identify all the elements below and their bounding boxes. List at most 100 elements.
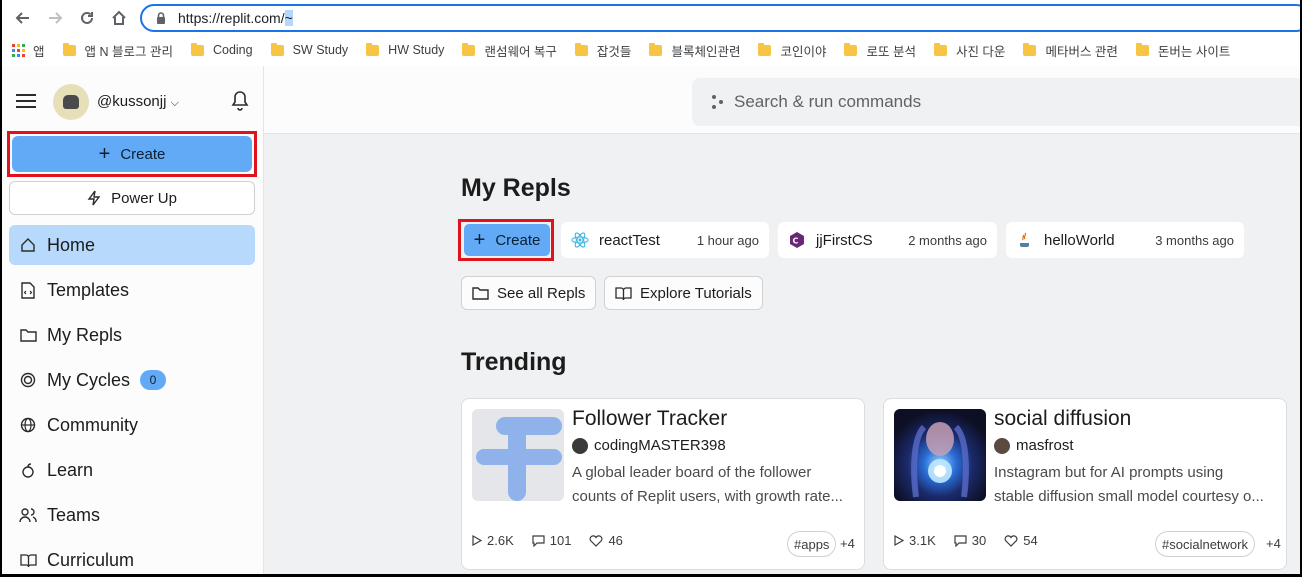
bookmark-7[interactable]: 블록체인관련 — [649, 41, 740, 60]
csharp-icon: C — [788, 231, 806, 249]
folder-icon — [462, 42, 476, 56]
my-repls-heading: My Repls — [461, 174, 571, 202]
plus-icon: + — [473, 228, 486, 251]
search-input[interactable]: Search & run commands — [692, 78, 1300, 126]
bookmark-3[interactable]: SW Study — [270, 42, 348, 57]
bell-icon[interactable] — [230, 90, 250, 112]
cycles-badge: 0 — [140, 370, 167, 390]
react-icon — [571, 231, 589, 249]
trending-heading: Trending — [461, 348, 567, 376]
sidebar-create-button[interactable]: + Create — [12, 136, 252, 172]
comment-icon — [954, 534, 967, 547]
folder-icon — [472, 287, 489, 300]
sidebar-item-learn[interactable]: Learn — [9, 450, 255, 490]
card-author[interactable]: codingMASTER398 — [572, 437, 726, 454]
command-icon — [712, 95, 724, 109]
author-avatar — [572, 437, 588, 454]
card-description: A global leader board of the follower co… — [572, 464, 843, 505]
reload-icon[interactable] — [74, 5, 100, 31]
follower-tracker-thumbnail — [472, 409, 564, 501]
play-icon — [894, 535, 904, 546]
power-up-button[interactable]: Power Up — [9, 181, 255, 215]
repl-chip-helloworld[interactable]: helloWorld 3 months ago — [1006, 222, 1244, 258]
svg-text:C: C — [793, 237, 799, 246]
browser-toolbar: https://replit.com/~ — [2, 0, 1300, 36]
book-icon — [19, 551, 37, 569]
social-diffusion-thumbnail — [894, 409, 986, 501]
folder-icon — [649, 42, 663, 56]
back-icon[interactable] — [10, 5, 36, 31]
folder-icon — [1135, 42, 1149, 56]
top-bar: Search & run commands — [264, 66, 1300, 134]
more-tags[interactable]: +4 — [840, 536, 855, 551]
globe-icon — [19, 416, 37, 434]
lock-icon — [157, 12, 165, 24]
sidebar-item-teams[interactable]: Teams — [9, 495, 255, 535]
book-icon — [615, 286, 632, 300]
apps-icon — [12, 43, 25, 57]
sidebar-item-community[interactable]: Community — [9, 405, 255, 445]
replit-app: Search & run commands @kussonjj ⌵ + Creat… — [2, 66, 1300, 574]
see-all-repls-button[interactable]: See all Repls — [461, 276, 597, 310]
browser-window: https://replit.com/~ 앱 앱 N 블로그 관리 Coding… — [2, 0, 1300, 574]
bookmark-9[interactable]: 로또 분석 — [844, 41, 916, 60]
more-tags[interactable]: +4 — [1266, 536, 1281, 551]
home-browser-icon[interactable] — [106, 5, 132, 31]
author-avatar — [994, 437, 1010, 454]
address-bar[interactable]: https://replit.com/~ — [140, 4, 1300, 32]
comment-icon — [532, 534, 545, 547]
sidebar-item-curriculum[interactable]: Curriculum — [9, 540, 255, 574]
folder-icon — [19, 326, 37, 344]
lightning-icon — [87, 190, 101, 206]
bookmark-10[interactable]: 사진 다운 — [933, 41, 1005, 60]
card-stats: 2.6K 101 46 — [472, 533, 641, 548]
repl-chip-reacttest[interactable]: reactTest 1 hour ago — [561, 222, 769, 258]
heart-icon[interactable] — [1004, 534, 1018, 547]
bookmark-11[interactable]: 메타버스 관련 — [1023, 41, 1118, 60]
card-title[interactable]: Follower Tracker — [572, 407, 727, 431]
sidebar-item-home[interactable]: Home — [9, 225, 255, 265]
folder-icon — [366, 42, 380, 56]
repl-chip-jjfirstcs[interactable]: C jjFirstCS 2 months ago — [778, 222, 997, 258]
folder-icon — [844, 42, 858, 56]
folder-icon — [758, 42, 772, 56]
tag-chip[interactable]: #socialnetwork — [1155, 531, 1255, 557]
forward-icon[interactable] — [42, 5, 68, 31]
home-icon — [19, 236, 37, 254]
bookmark-2[interactable]: Coding — [190, 42, 253, 57]
sidebar-item-my-cycles[interactable]: My Cycles 0 — [9, 360, 255, 400]
bookmark-8[interactable]: 코인이야 — [758, 41, 826, 60]
bookmark-12[interactable]: 돈버는 사이트 — [1135, 41, 1230, 60]
sidebar-item-my-repls[interactable]: My Repls — [9, 315, 255, 355]
trending-card[interactable]: Follower Tracker codingMASTER398 A globa… — [461, 398, 865, 570]
bookmarks-bar: 앱 앱 N 블로그 관리 Coding SW Study HW Study 랜섬… — [2, 36, 1300, 64]
plus-icon: + — [98, 142, 111, 165]
folder-icon — [574, 42, 588, 56]
card-author[interactable]: masfrost — [994, 437, 1074, 454]
folder-icon — [270, 42, 284, 56]
learn-icon — [19, 461, 37, 479]
card-description: Instagram but for AI prompts using stabl… — [994, 464, 1264, 505]
sidebar-item-templates[interactable]: Templates — [9, 270, 255, 310]
bookmark-5[interactable]: 랜섬웨어 복구 — [462, 41, 557, 60]
menu-icon[interactable] — [16, 94, 36, 108]
username[interactable]: @kussonjj ⌵ — [97, 93, 179, 110]
bookmark-apps[interactable]: 앱 — [12, 41, 45, 60]
java-icon — [1016, 231, 1034, 249]
avatar[interactable] — [53, 84, 89, 120]
teams-icon — [19, 506, 37, 524]
explore-tutorials-button[interactable]: Explore Tutorials — [604, 276, 763, 310]
trending-card[interactable]: social diffusion masfrost Instagram but … — [883, 398, 1287, 570]
card-title[interactable]: social diffusion — [994, 407, 1131, 431]
main-create-button[interactable]: + Create — [464, 224, 550, 256]
chevron-down-icon: ⌵ — [170, 97, 179, 109]
bookmark-1[interactable]: 앱 N 블로그 관리 — [62, 41, 173, 60]
cycles-icon — [19, 371, 37, 389]
bookmark-6[interactable]: 잡것들 — [574, 41, 631, 60]
play-icon — [472, 535, 482, 546]
folder-icon — [62, 42, 76, 56]
templates-icon — [19, 281, 37, 299]
bookmark-4[interactable]: HW Study — [366, 42, 444, 57]
tag-chip[interactable]: #apps — [787, 531, 837, 557]
heart-icon[interactable] — [589, 534, 603, 547]
